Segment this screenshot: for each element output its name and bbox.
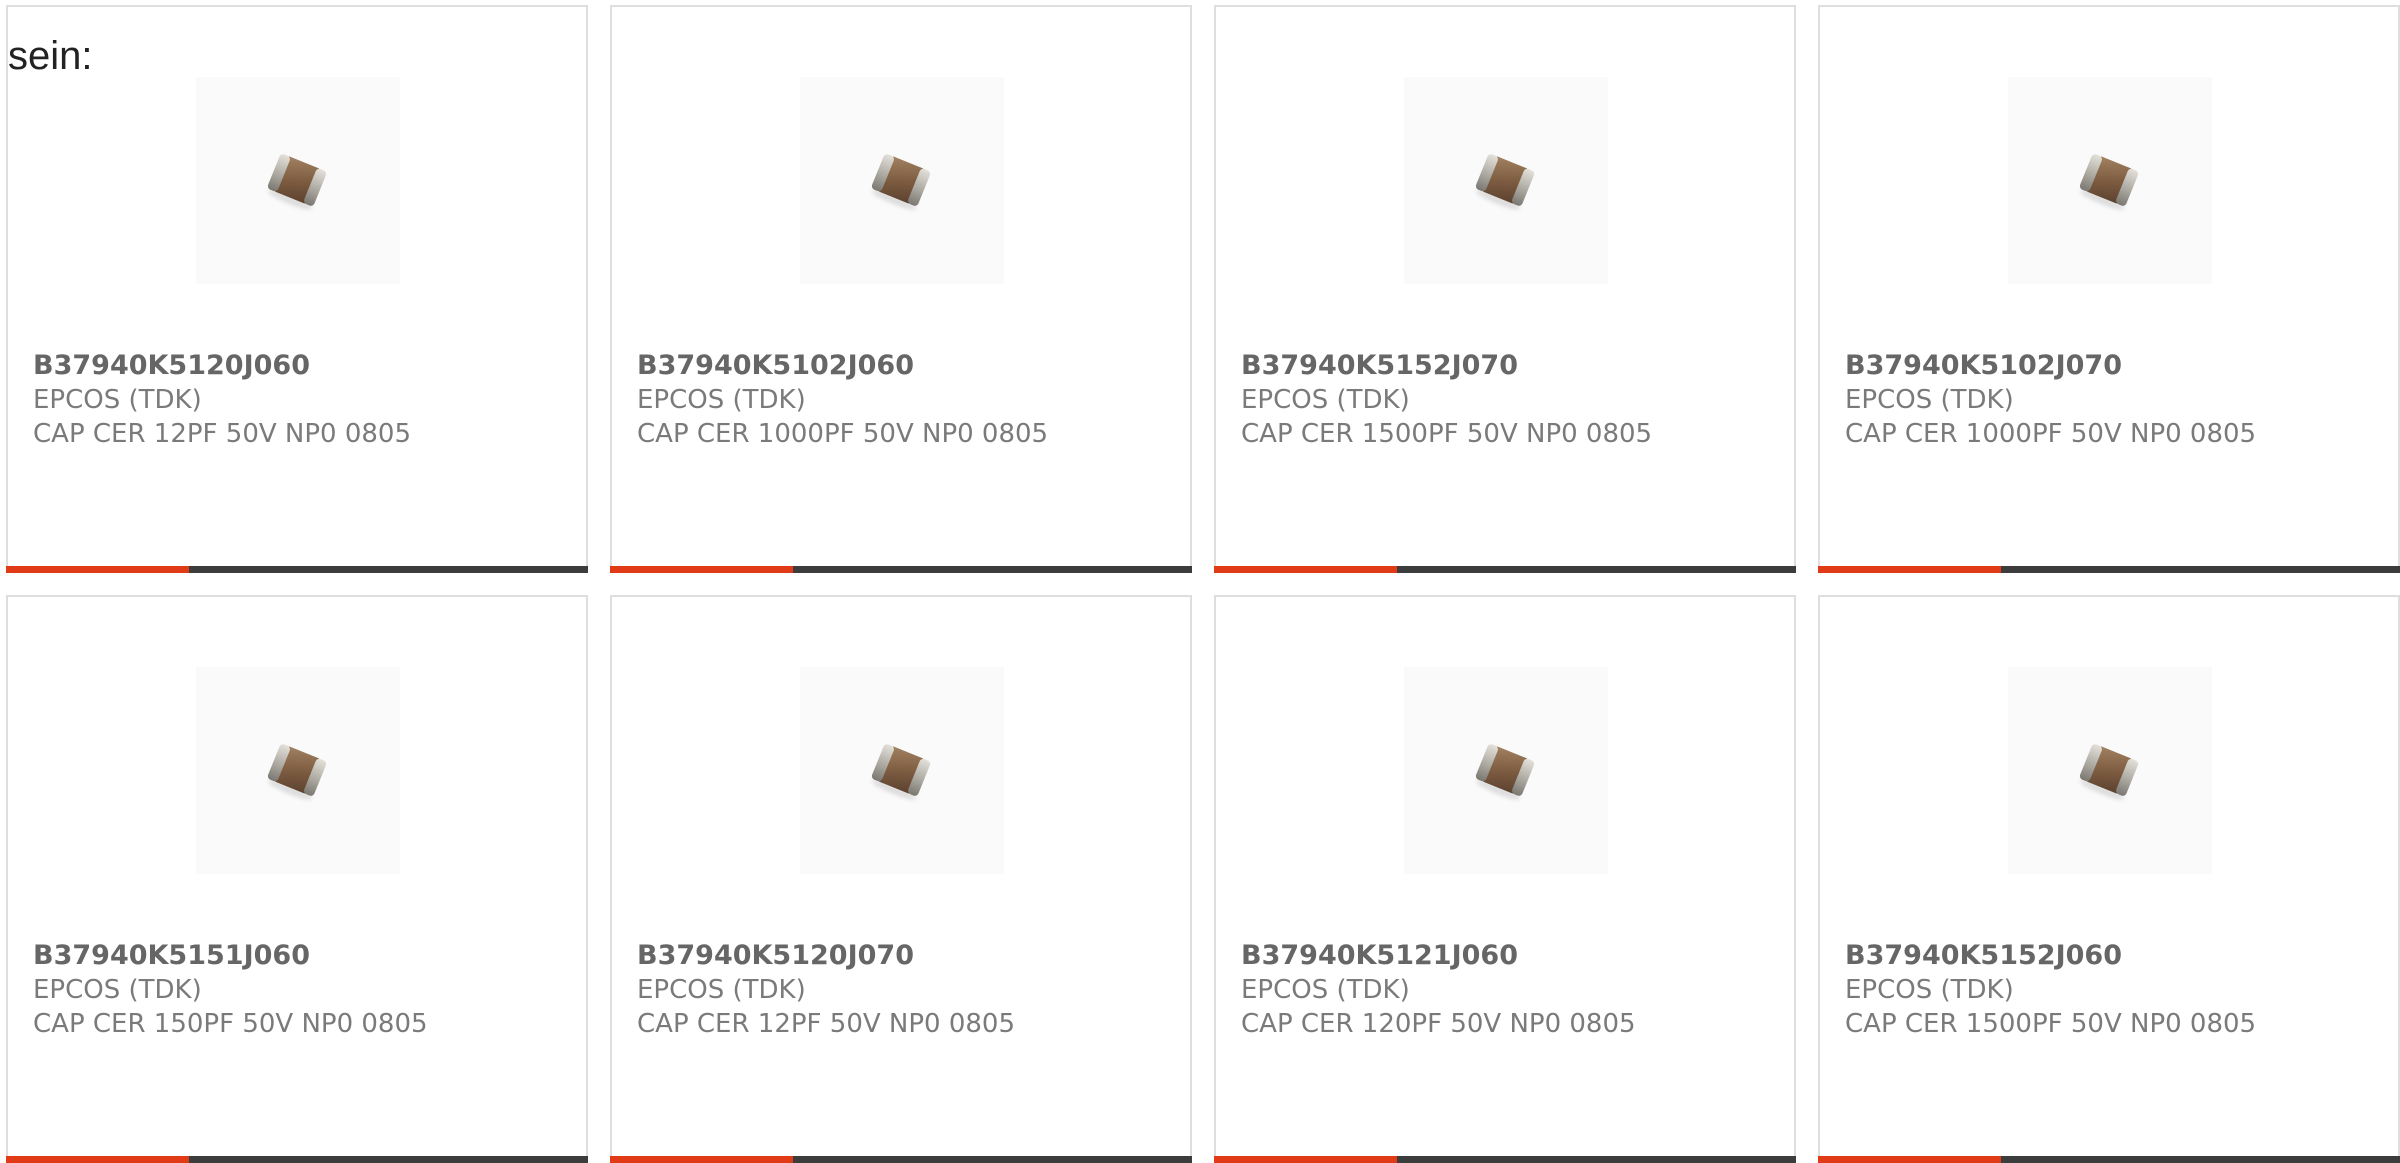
product-description: CAP CER 150PF 50V NP0 0805 [33,1009,428,1039]
part-number[interactable]: B37940K5152J070 [1241,350,1518,381]
card-bottom-bar [610,1156,1192,1163]
ceramic-capacitor-icon [870,153,932,213]
ceramic-capacitor-icon [266,743,328,803]
part-number[interactable]: B37940K5151J060 [33,940,310,971]
ceramic-capacitor-icon [870,743,932,803]
product-image[interactable] [800,667,1004,874]
ceramic-capacitor-icon [1474,743,1536,803]
product-description: CAP CER 1500PF 50V NP0 0805 [1241,419,1653,449]
card-accent-bar [610,566,793,573]
product-image[interactable] [1404,77,1608,284]
card-accent-bar [6,566,189,573]
product-description: CAP CER 12PF 50V NP0 0805 [33,419,412,449]
card-accent-bar [6,1156,189,1163]
manufacturer: EPCOS (TDK) [637,385,806,415]
ceramic-capacitor-icon [2078,153,2140,213]
manufacturer: EPCOS (TDK) [33,975,202,1005]
manufacturer: EPCOS (TDK) [1241,385,1410,415]
product-description: CAP CER 1000PF 50V NP0 0805 [1845,419,2257,449]
card-bottom-bar [1818,566,2400,573]
product-card[interactable]: B37940K5151J060 EPCOS (TDK) CAP CER 150P… [6,595,588,1163]
manufacturer: EPCOS (TDK) [1845,975,2014,1005]
card-accent-bar [1818,566,2001,573]
part-number[interactable]: B37940K5121J060 [1241,940,1518,971]
ceramic-capacitor-icon [1474,153,1536,213]
product-card[interactable]: B37940K5152J070 EPCOS (TDK) CAP CER 1500… [1214,5,1796,573]
card-bottom-bar [1214,1156,1796,1163]
card-bottom-bar [1214,566,1796,573]
card-accent-bar [1214,566,1397,573]
product-image[interactable] [196,77,400,284]
product-image[interactable] [196,667,400,874]
part-number[interactable]: B37940K5120J070 [637,940,914,971]
manufacturer: EPCOS (TDK) [637,975,806,1005]
card-bottom-bar [610,566,1192,573]
card-accent-bar [1818,1156,2001,1163]
part-number[interactable]: B37940K5102J070 [1845,350,2122,381]
product-image[interactable] [2008,77,2212,284]
manufacturer: EPCOS (TDK) [1241,975,1410,1005]
product-card[interactable]: B37940K5121J060 EPCOS (TDK) CAP CER 120P… [1214,595,1796,1163]
product-card[interactable]: B37940K5120J060 EPCOS (TDK) CAP CER 12PF… [6,5,588,573]
card-bottom-bar [6,1156,588,1163]
product-card[interactable]: B37940K5120J070 EPCOS (TDK) CAP CER 12PF… [610,595,1192,1163]
part-number[interactable]: B37940K5120J060 [33,350,310,381]
manufacturer: EPCOS (TDK) [1845,385,2014,415]
product-description: CAP CER 1000PF 50V NP0 0805 [637,419,1049,449]
product-image[interactable] [800,77,1004,284]
intro-text: sein: [8,34,93,78]
part-number[interactable]: B37940K5152J060 [1845,940,2122,971]
manufacturer: EPCOS (TDK) [33,385,202,415]
ceramic-capacitor-icon [266,153,328,213]
product-description: CAP CER 120PF 50V NP0 0805 [1241,1009,1636,1039]
product-card[interactable]: B37940K5102J070 EPCOS (TDK) CAP CER 1000… [1818,5,2400,573]
card-bottom-bar [6,566,588,573]
product-description: CAP CER 12PF 50V NP0 0805 [637,1009,1016,1039]
product-image[interactable] [1404,667,1608,874]
card-accent-bar [610,1156,793,1163]
part-number[interactable]: B37940K5102J060 [637,350,914,381]
product-card[interactable]: B37940K5152J060 EPCOS (TDK) CAP CER 1500… [1818,595,2400,1163]
product-description: CAP CER 1500PF 50V NP0 0805 [1845,1009,2257,1039]
card-bottom-bar [1818,1156,2400,1163]
ceramic-capacitor-icon [2078,743,2140,803]
card-accent-bar [1214,1156,1397,1163]
product-image[interactable] [2008,667,2212,874]
product-card[interactable]: B37940K5102J060 EPCOS (TDK) CAP CER 1000… [610,5,1192,573]
